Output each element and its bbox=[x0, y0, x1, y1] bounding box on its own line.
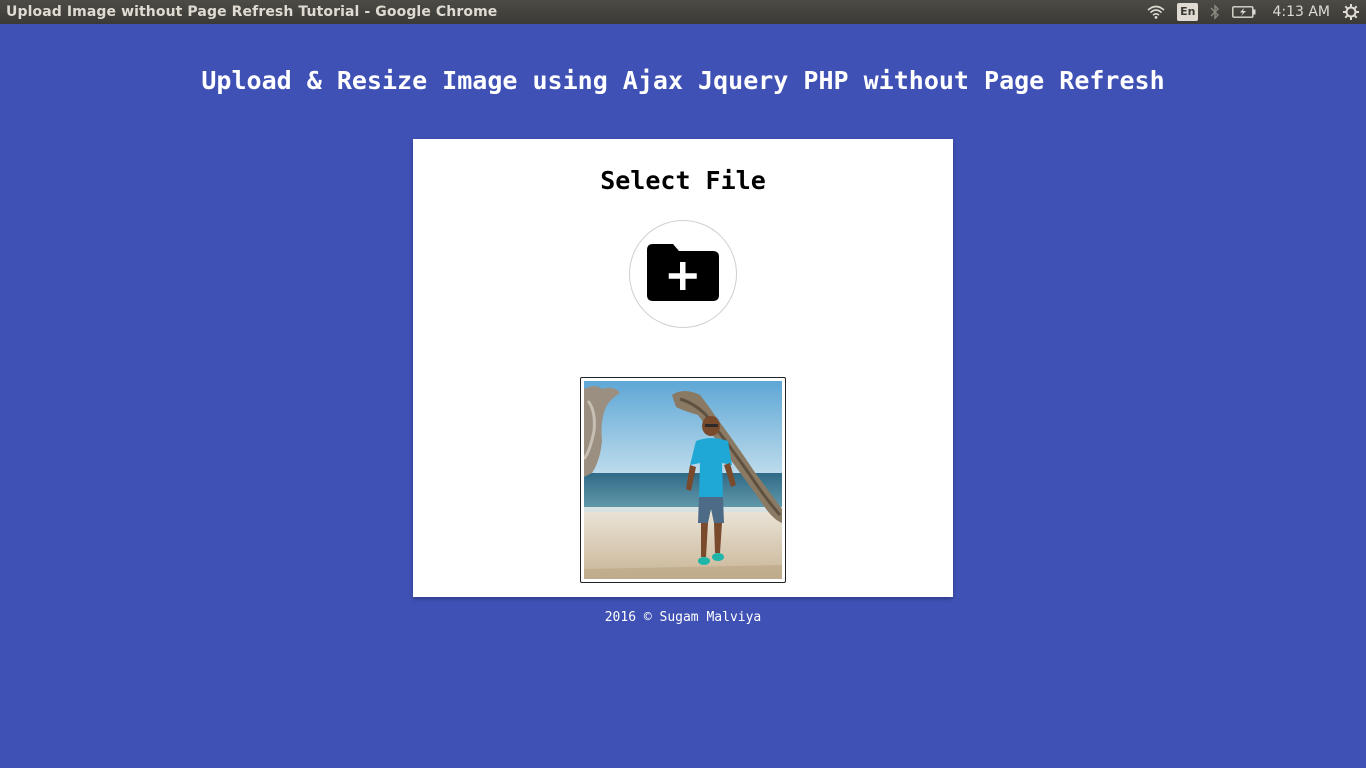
os-top-bar: Upload Image without Page Refresh Tutori… bbox=[0, 0, 1366, 24]
keyboard-layout-indicator[interactable]: En bbox=[1177, 3, 1199, 21]
window-title: Upload Image without Page Refresh Tutori… bbox=[6, 4, 498, 20]
uploaded-photo bbox=[584, 381, 782, 579]
battery-icon[interactable] bbox=[1232, 6, 1256, 18]
wifi-icon[interactable] bbox=[1147, 5, 1165, 19]
bluetooth-icon[interactable] bbox=[1210, 4, 1220, 20]
folder-add-icon bbox=[647, 242, 719, 306]
footer-credit: 2016 © Sugam Malviya bbox=[604, 610, 762, 625]
select-file-button[interactable] bbox=[629, 220, 737, 328]
page-title: Upload & Resize Image using Ajax Jquery … bbox=[201, 66, 1165, 95]
clock[interactable]: 4:13 AM bbox=[1272, 4, 1330, 20]
upload-card: Select File bbox=[413, 139, 953, 597]
image-preview bbox=[580, 377, 786, 583]
settings-icon[interactable] bbox=[1342, 3, 1360, 21]
card-title: Select File bbox=[600, 166, 766, 195]
system-tray: En 4:13 AM bbox=[1135, 0, 1366, 24]
